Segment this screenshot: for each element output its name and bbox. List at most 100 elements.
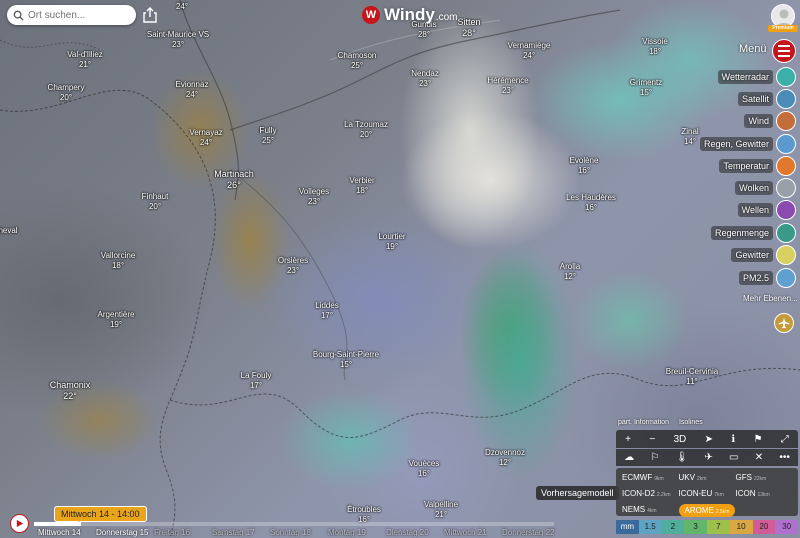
- place-label: Vissoie 18°: [642, 37, 668, 56]
- flight-mode-button[interactable]: [774, 313, 794, 333]
- locate-button[interactable]: ➤: [705, 434, 713, 445]
- pin-button[interactable]: ⚑: [753, 434, 762, 445]
- webcam-icon[interactable]: ▭: [729, 452, 738, 463]
- day-label[interactable]: Sonntag 18: [270, 528, 328, 537]
- place-label: Vernayaz 24°: [189, 128, 223, 147]
- radar-icon: [776, 67, 796, 87]
- windy-logo[interactable]: W Windy .com: [362, 5, 458, 25]
- place-label: Bourg-Saint-Pierre 15°: [312, 350, 380, 369]
- menu-label[interactable]: Menü: [739, 43, 767, 55]
- flag-icon[interactable]: ⚐: [650, 452, 659, 463]
- close-icon[interactable]: ✕: [755, 452, 763, 463]
- layer-label: Regenmenge: [710, 226, 773, 240]
- place-label: Grimentz 15°: [629, 78, 663, 97]
- model-icon[interactable]: ICON 13km: [735, 487, 792, 502]
- search-box[interactable]: [7, 5, 136, 25]
- zoom-out-button[interactable]: −: [649, 434, 655, 445]
- premium-badge[interactable]: Premium: [768, 25, 798, 32]
- day-label[interactable]: Freitag 16: [154, 528, 212, 537]
- day-label[interactable]: Donnerstag 22: [502, 528, 560, 537]
- logo-name: Windy: [384, 5, 435, 24]
- place-label: Dzovennoz 12°: [484, 448, 526, 467]
- model-arome[interactable]: AROME 2.5km: [678, 504, 736, 517]
- layer-temperatur[interactable]: Temperatur: [719, 156, 796, 176]
- airplane-icon[interactable]: ✈: [704, 452, 712, 463]
- zoom-in-button[interactable]: +: [625, 434, 631, 445]
- clouds-icon: [776, 178, 796, 198]
- forecast-model-list: ECMWF 9km UKV 2km GFS 22km ICON-D2 2.2km ICO…: [616, 468, 798, 518]
- more-icon[interactable]: •••: [779, 452, 790, 463]
- airplane-icon: [778, 317, 790, 329]
- more-layers-link[interactable]: Mehr Ebenen...: [743, 294, 798, 303]
- day-label[interactable]: Samstag 17: [212, 528, 270, 537]
- timeline-progress: [34, 522, 81, 526]
- search-input[interactable]: [28, 9, 128, 21]
- menu-button[interactable]: [772, 39, 796, 63]
- day-label[interactable]: Mittwoch 14: [38, 528, 96, 537]
- option-isolines[interactable]: Isolines: [679, 419, 703, 426]
- share-button[interactable]: [141, 6, 159, 24]
- option-information[interactable]: part. Information: [618, 419, 669, 426]
- play-icon: [16, 519, 24, 528]
- layer-satellit[interactable]: Satellit: [737, 89, 796, 109]
- fullscreen-button[interactable]: ⤢: [781, 434, 789, 445]
- place-label: heval: [0, 226, 18, 235]
- layer-label: Wind: [744, 114, 773, 128]
- map-toolbar: + − 3D ➤ ℹ ⚑ ⤢: [616, 430, 798, 448]
- layer-wellen[interactable]: Wellen: [737, 200, 796, 220]
- thermometer-icon[interactable]: 🌡: [676, 452, 689, 463]
- place-label: Evolène 16°: [569, 156, 599, 175]
- layer-regen-gewitter[interactable]: Regen, Gewitter: [699, 134, 796, 154]
- play-button[interactable]: [10, 514, 29, 533]
- model-icon-d2[interactable]: ICON-D2 2.2km: [622, 487, 679, 502]
- info-button[interactable]: ℹ: [731, 434, 735, 445]
- layer-wind[interactable]: Wind: [744, 111, 796, 131]
- model-ecmwf[interactable]: ECMWF 9km: [622, 471, 679, 486]
- layer-label: Regen, Gewitter: [699, 137, 773, 151]
- day-label[interactable]: Montag 19: [328, 528, 386, 537]
- place-label: Champery 20°: [47, 83, 85, 102]
- place-label: Valpelline 21°: [423, 500, 459, 519]
- model-icon-eu[interactable]: ICON-EU 7km: [679, 487, 736, 502]
- layer-label: Wellen: [737, 203, 773, 217]
- day-label[interactable]: Donnerstag 15: [96, 528, 154, 537]
- legend-options: part. Information Isolines: [618, 419, 703, 426]
- place-label: Volleges 23°: [298, 187, 330, 206]
- share-icon: [143, 7, 157, 23]
- windy-logo-icon: W: [362, 6, 380, 24]
- layer-gewitter[interactable]: Gewitter: [731, 245, 796, 265]
- cloud-icon[interactable]: ☁: [624, 452, 634, 463]
- place-label: Nendaz 23°: [411, 69, 439, 88]
- satellite-icon: [776, 89, 796, 109]
- place-label: Vallorcine 18°: [100, 251, 136, 270]
- temperature-icon: [776, 156, 796, 176]
- precipitation-scale[interactable]: mm 1.5 2 3 7 10 20 30: [616, 520, 798, 534]
- layer-wetterradar[interactable]: Wetterradar: [717, 67, 796, 87]
- current-time-label[interactable]: Mittwoch 14 - 14:00: [54, 506, 147, 522]
- place-label: La Tzoumaz 20°: [344, 120, 388, 139]
- 3d-button[interactable]: 3D: [674, 434, 687, 445]
- layer-label: Wolken: [735, 181, 773, 195]
- day-label[interactable]: Mittwoch 21: [444, 528, 502, 537]
- place-label: Vouèces 16°: [408, 459, 440, 478]
- place-label: Lourtier 19°: [378, 232, 406, 251]
- timeline-days: Mittwoch 14 Donnerstag 15 Freitag 16 Sam…: [38, 528, 560, 537]
- layer-wolken[interactable]: Wolken: [735, 178, 796, 198]
- rain-accumulation-icon: [776, 223, 796, 243]
- place-label: Val-d'Illiez 21°: [67, 50, 103, 69]
- place-label: Saint-Maurice VS 23°: [146, 30, 210, 49]
- place-label: Finhaut 20°: [141, 192, 169, 211]
- layer-pm25[interactable]: PM2.5: [738, 268, 796, 288]
- day-label[interactable]: Dienstag 20: [386, 528, 444, 537]
- place-label: 24°: [175, 2, 189, 11]
- place-label: Martinach 26°: [214, 169, 254, 190]
- place-label: La Fouly 17°: [240, 371, 272, 390]
- layer-regenmenge[interactable]: Regenmenge: [710, 223, 796, 243]
- layer-label: Temperatur: [719, 159, 773, 173]
- model-nems[interactable]: NEMS 4km: [622, 503, 679, 518]
- model-gfs[interactable]: GFS 22km: [735, 471, 792, 486]
- place-label: Les Haudères 16°: [566, 193, 616, 212]
- timeline-track[interactable]: [34, 522, 554, 526]
- place-label: Fully 25°: [259, 126, 277, 145]
- model-ukv[interactable]: UKV 2km: [679, 471, 736, 486]
